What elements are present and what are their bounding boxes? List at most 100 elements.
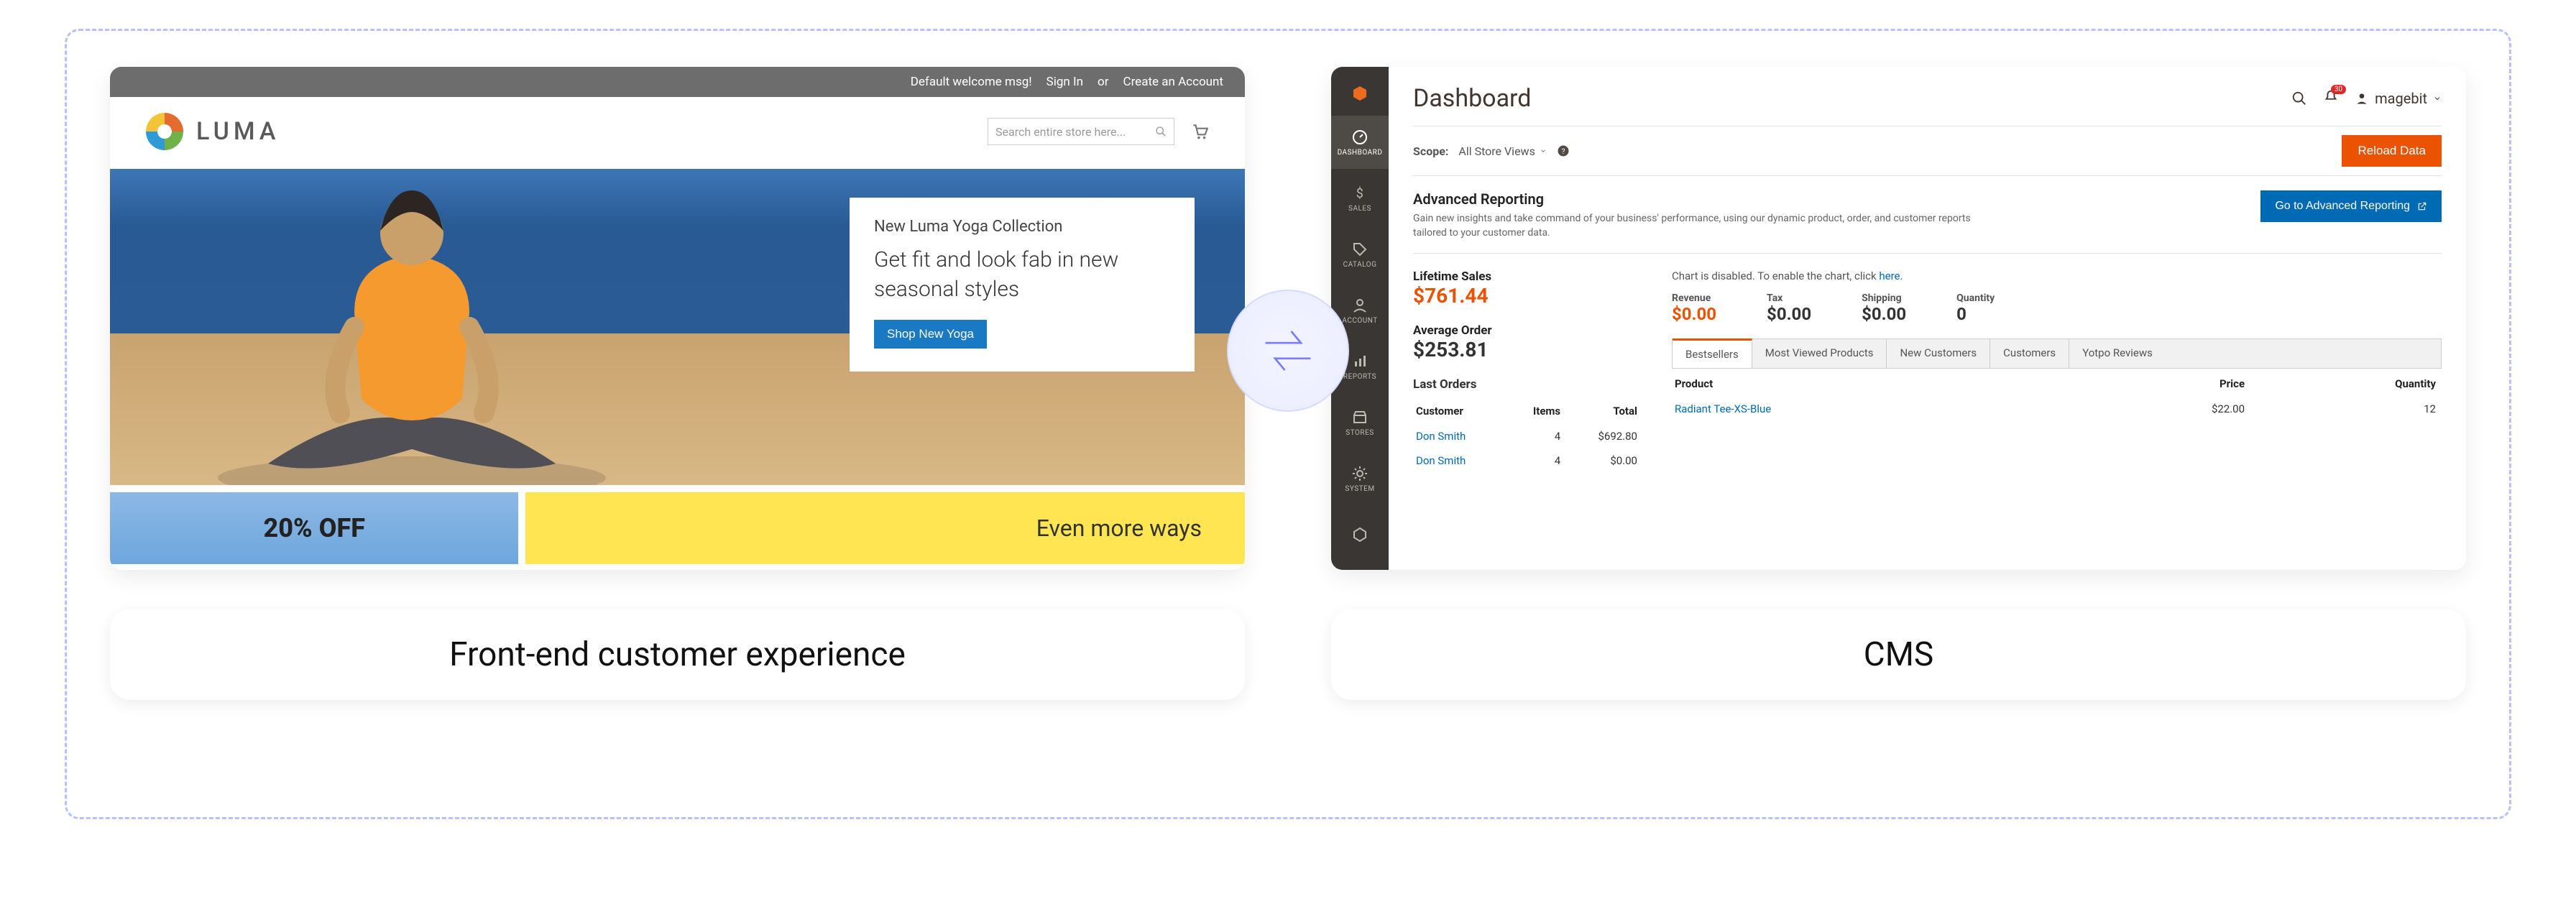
label-frontend: Front-end customer experience xyxy=(110,609,1245,700)
cell-price: $22.00 xyxy=(2091,397,2249,420)
advanced-reporting-title: Advanced Reporting xyxy=(1413,190,2002,208)
help-icon[interactable]: ? xyxy=(1557,144,1570,157)
advanced-reporting-row: Advanced Reporting Gain new insights and… xyxy=(1413,175,2442,253)
scope-label: Scope: xyxy=(1413,144,1448,158)
chart-disabled-message: Chart is disabled. To enable the chart, … xyxy=(1672,269,2442,282)
diagram-frame: Default welcome msg! Sign In or Create a… xyxy=(65,29,2511,819)
sidebar-label: STORES xyxy=(1346,429,1374,437)
cell-qty: 12 xyxy=(2250,397,2440,420)
create-account-link[interactable]: Create an Account xyxy=(1123,75,1223,89)
scope-select[interactable]: All Store Views xyxy=(1458,144,1546,158)
cell-customer[interactable]: Don Smith xyxy=(1416,454,1466,467)
hero-cta-button[interactable]: Shop New Yoga xyxy=(874,320,987,349)
external-link-icon xyxy=(2417,201,2427,211)
stats-row: Lifetime Sales $761.44 Average Order $25… xyxy=(1413,253,2442,474)
tab-customers[interactable]: Customers xyxy=(1990,339,2069,368)
chart-msg-prefix: Chart is disabled. To enable the chart, … xyxy=(1672,269,1879,282)
cart-icon[interactable] xyxy=(1190,122,1209,141)
tab-bestsellers[interactable]: Bestsellers xyxy=(1673,338,1752,368)
admin-top-actions: 30 magebit xyxy=(2291,89,2442,109)
page-title: Dashboard xyxy=(1413,84,1531,113)
sidebar-item-stores[interactable]: STORES xyxy=(1331,396,1389,449)
magento-logo-icon[interactable] xyxy=(1331,74,1389,113)
user-menu[interactable]: magebit xyxy=(2355,90,2442,107)
hero-person-illustration xyxy=(211,169,613,485)
svg-text:?: ? xyxy=(1561,147,1565,156)
cell-items: 4 xyxy=(1509,425,1565,448)
tab-yotporeviews[interactable]: Yotpo Reviews xyxy=(2069,339,2166,368)
brand-logo-mark xyxy=(146,113,183,150)
kpi-value: $0.00 xyxy=(1862,304,1906,324)
hero-kicker: New Luma Yoga Collection xyxy=(874,218,1170,236)
reload-data-button[interactable]: Reload Data xyxy=(2342,135,2442,167)
table-row[interactable]: Don Smith 4 $692.80 xyxy=(1414,425,1642,448)
kpi-value: 0 xyxy=(1956,304,1995,324)
sidebar-label: SYSTEM xyxy=(1345,485,1374,493)
sidebar-item-partners[interactable] xyxy=(1331,508,1389,561)
lifetime-sales-value: $761.44 xyxy=(1413,284,1643,308)
cell-customer[interactable]: Don Smith xyxy=(1416,430,1466,443)
storefront-topbar: Default welcome msg! Sign In or Create a… xyxy=(110,67,1245,97)
last-orders-table: Customer Items Total Don Smith 4 $692.80 xyxy=(1413,396,1643,474)
hero-headline: Get fit and look fab in new seasonal sty… xyxy=(874,246,1170,304)
lifetime-sales-label: Lifetime Sales xyxy=(1413,269,1643,284)
col-price: Price xyxy=(2091,370,2249,396)
sidebar-label: SALES xyxy=(1348,205,1371,213)
hero-banner: New Luma Yoga Collection Get fit and loo… xyxy=(110,169,1245,485)
col-items: Items xyxy=(1509,397,1565,423)
last-orders-title: Last Orders xyxy=(1413,377,1643,392)
tab-mostviewed[interactable]: Most Viewed Products xyxy=(1752,339,1887,368)
search-icon[interactable] xyxy=(2291,91,2307,106)
scope-row: Scope: All Store Views ? Reload Data xyxy=(1413,126,2442,175)
average-order-value: $253.81 xyxy=(1413,338,1643,361)
kpi-label: Shipping xyxy=(1862,292,1906,304)
search-input[interactable]: Search entire store here... xyxy=(988,118,1174,145)
cell-total: $0.00 xyxy=(1566,449,1642,472)
brand-logo[interactable]: LUMA xyxy=(146,113,280,150)
promo-left-text: 20% OFF xyxy=(263,513,364,543)
kpi-label: Tax xyxy=(1767,292,1811,304)
table-row[interactable]: Radiant Tee-XS-Blue $22.00 12 xyxy=(1673,397,2440,420)
storefront-panel: Default welcome msg! Sign In or Create a… xyxy=(110,67,1245,570)
sidebar-item-sales[interactable]: $ SALES xyxy=(1331,172,1389,225)
kpi-value: $0.00 xyxy=(1672,304,1716,324)
sidebar-item-catalog[interactable]: CATALOG xyxy=(1331,228,1389,281)
sidebar-item-system[interactable]: SYSTEM xyxy=(1331,452,1389,505)
sidebar-label: CATALOG xyxy=(1343,261,1377,269)
search-placeholder: Search entire store here... xyxy=(995,125,1126,139)
swap-icon xyxy=(1227,290,1349,412)
svg-text:$: $ xyxy=(1356,186,1364,201)
storefront-header: LUMA Search entire store here... xyxy=(110,97,1245,169)
hero-card: New Luma Yoga Collection Get fit and loo… xyxy=(850,198,1195,372)
user-icon xyxy=(2355,91,2369,106)
welcome-msg: Default welcome msg! xyxy=(911,75,1032,89)
cell-product[interactable]: Radiant Tee-XS-Blue xyxy=(1675,402,1771,415)
brand-name: LUMA xyxy=(196,117,280,146)
average-order-label: Average Order xyxy=(1413,323,1643,338)
chevron-down-icon xyxy=(1540,147,1547,155)
chevron-down-icon xyxy=(2433,94,2442,103)
notifications-icon[interactable]: 30 xyxy=(2323,89,2339,109)
admin-panel: DASHBOARD $ SALES CATALOG ACCOUNT xyxy=(1331,67,2466,570)
chart-enable-link[interactable]: here xyxy=(1879,269,1900,282)
col-product: Product xyxy=(1673,370,2089,396)
or-text: or xyxy=(1098,75,1108,89)
products-table: Product Price Quantity Radiant Tee-XS-Bl… xyxy=(1672,369,2442,422)
go-to-advanced-reporting-button[interactable]: Go to Advanced Reporting xyxy=(2260,190,2442,222)
promo-right[interactable]: Even more ways xyxy=(525,492,1245,564)
sidebar-item-dashboard[interactable]: DASHBOARD xyxy=(1331,116,1389,169)
kpi-label: Revenue xyxy=(1672,292,1716,304)
cell-items: 4 xyxy=(1509,449,1565,472)
cell-total: $692.80 xyxy=(1566,425,1642,448)
col-qty: Quantity xyxy=(2250,370,2440,396)
tab-newcustomers[interactable]: New Customers xyxy=(1887,339,1990,368)
table-row[interactable]: Don Smith 4 $0.00 xyxy=(1414,449,1642,472)
col-customer: Customer xyxy=(1414,397,1508,423)
admin-main: Dashboard 30 magebit xyxy=(1389,67,2466,570)
sidebar-label: DASHBOARD xyxy=(1338,149,1383,157)
promo-left[interactable]: 20% OFF xyxy=(110,492,518,564)
promo-right-text: Even more ways xyxy=(1036,515,1202,542)
admin-titlebar: Dashboard 30 magebit xyxy=(1413,84,2442,113)
advanced-reporting-desc: Gain new insights and take command of yo… xyxy=(1413,212,2002,240)
signin-link[interactable]: Sign In xyxy=(1046,75,1083,89)
